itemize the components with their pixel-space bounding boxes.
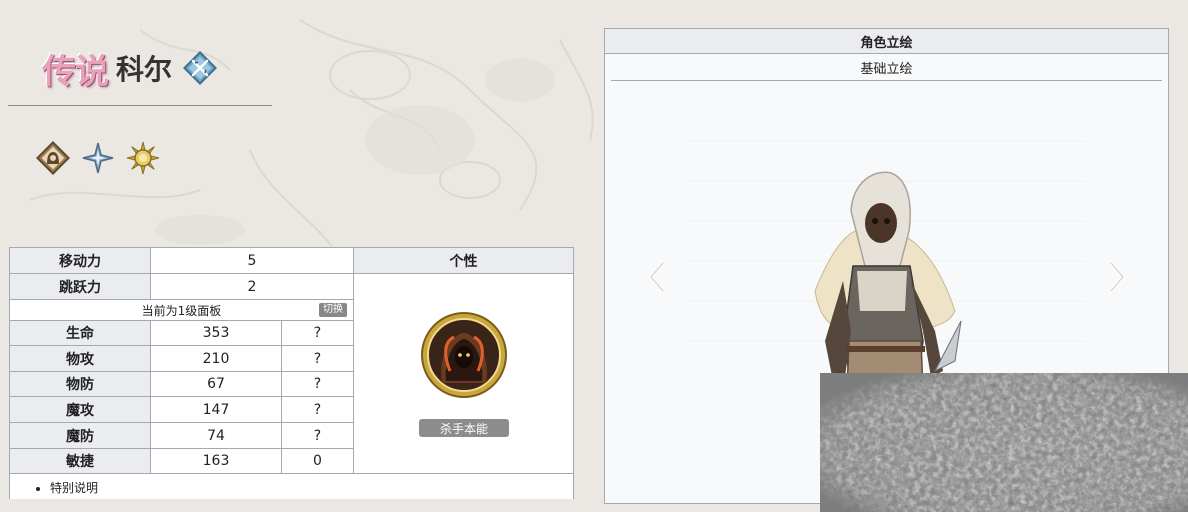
trait-header: 个性 bbox=[354, 248, 573, 274]
tab-base-portrait[interactable]: 基础立绘 bbox=[611, 54, 1162, 81]
skill-name-badge: 杀手本能 bbox=[419, 419, 509, 437]
stat-value-hp: 353 bbox=[151, 321, 282, 346]
sun-emblem-icon bbox=[126, 141, 160, 175]
stat-extra-mdef: ? bbox=[282, 423, 354, 449]
stat-label-hp: 生命 bbox=[10, 321, 151, 346]
stat-value-agi: 163 bbox=[151, 449, 282, 474]
stat-value-matk: 147 bbox=[151, 397, 282, 423]
character-name: 科尔 bbox=[116, 53, 173, 86]
panel-status-text: 当前为1级面板 bbox=[141, 303, 222, 318]
stat-label-agi: 敏捷 bbox=[10, 449, 151, 474]
prev-arrow-icon[interactable] bbox=[645, 259, 669, 295]
hooded-figure-icon bbox=[36, 141, 70, 175]
character-title: 传说 科尔 bbox=[42, 44, 218, 92]
stats-table: 移动力 5 个性 跳跃力 2 当前为1级面板 切换 生命 353 ? 物攻 21… bbox=[9, 247, 574, 499]
special-notes[interactable]: 特别说明 bbox=[50, 479, 98, 496]
stat-extra-matk: ? bbox=[282, 397, 354, 423]
blurred-overlay bbox=[820, 373, 1188, 512]
stat-label-pdef: 物防 bbox=[10, 372, 151, 397]
switch-button[interactable]: 切换 bbox=[319, 303, 347, 317]
next-arrow-icon[interactable] bbox=[1105, 259, 1129, 295]
stat-extra-hp: ? bbox=[282, 321, 354, 346]
title-divider bbox=[8, 105, 272, 106]
stat-extra-agi: 0 bbox=[282, 449, 354, 474]
assassin-hood-emblem-icon[interactable] bbox=[420, 311, 508, 399]
four-point-star-icon bbox=[82, 142, 114, 174]
rarity-label: 传说 bbox=[42, 51, 109, 92]
portrait-panel-title: 角色立绘 bbox=[605, 29, 1168, 54]
notes-row: 特别说明 bbox=[10, 474, 573, 499]
stat-value-jump: 2 bbox=[151, 274, 354, 300]
stat-value-pdef: 67 bbox=[151, 372, 282, 397]
panel-status-row: 当前为1级面板 切换 bbox=[10, 300, 354, 321]
stat-extra-pdef: ? bbox=[282, 372, 354, 397]
stat-label-patk: 物攻 bbox=[10, 346, 151, 372]
stat-value-mdef: 74 bbox=[151, 423, 282, 449]
stat-extra-patk: ? bbox=[282, 346, 354, 372]
stat-value-patk: 210 bbox=[151, 346, 282, 372]
stat-label-move: 移动力 bbox=[10, 248, 151, 274]
stat-label-mdef: 魔防 bbox=[10, 423, 151, 449]
crossed-blades-icon bbox=[183, 51, 217, 85]
stat-label-jump: 跳跃力 bbox=[10, 274, 151, 300]
trait-icon-row bbox=[36, 141, 160, 175]
page-content: 传说 科尔 移动力 5 个性 跳跃力 2 当前为1级面板 切换 生命 353 ?… bbox=[0, 0, 1188, 512]
stat-label-matk: 魔攻 bbox=[10, 397, 151, 423]
stat-value-move: 5 bbox=[151, 248, 354, 274]
